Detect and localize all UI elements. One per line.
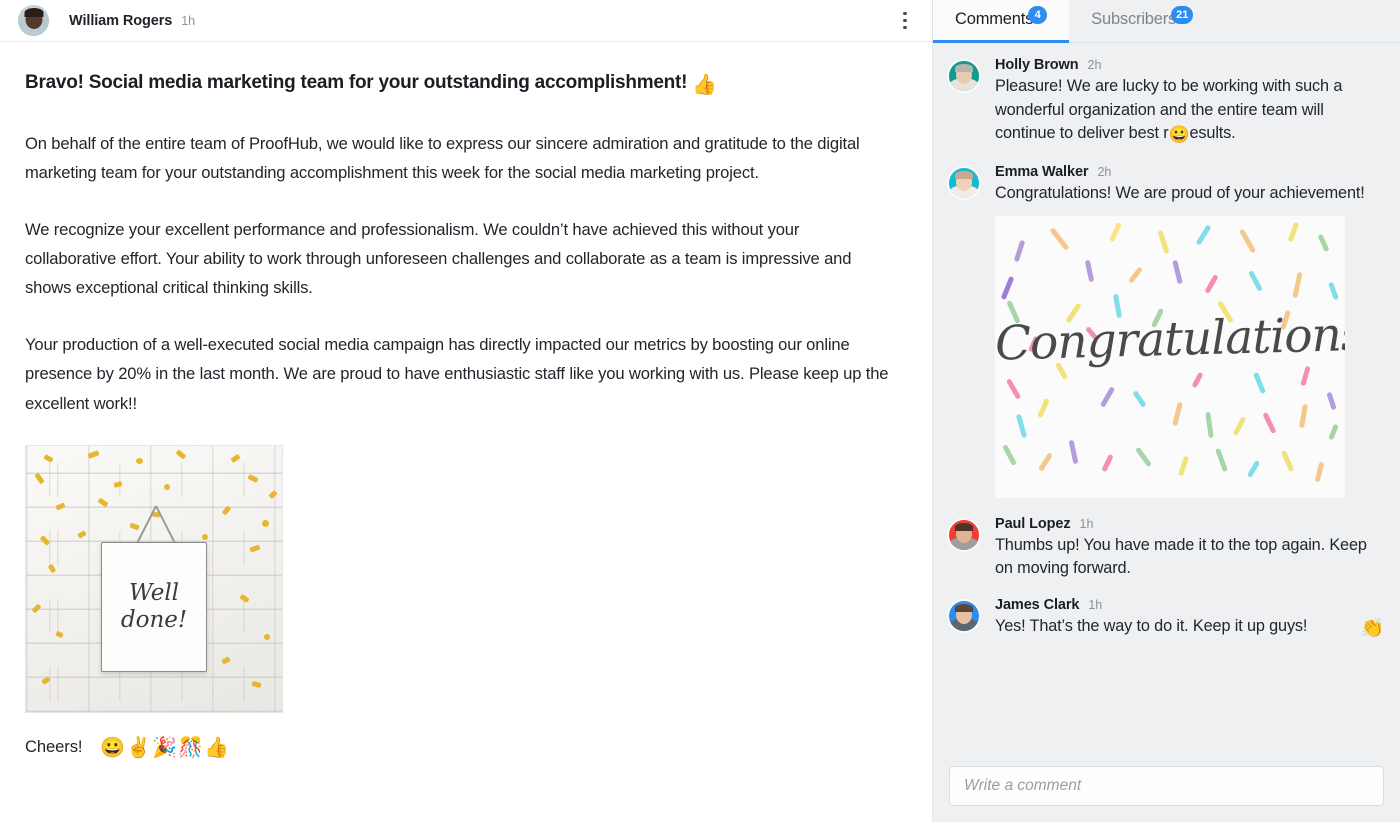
comment-header: Holly Brown 2h (995, 57, 1384, 73)
avatar[interactable] (947, 59, 981, 93)
tab-comments[interactable]: Comments 4 (933, 0, 1069, 42)
comment-author: Holly Brown (995, 57, 1079, 73)
comment-author: James Clark (995, 597, 1079, 613)
comment-time: 1h (1080, 517, 1094, 531)
comment-content: Holly Brown 2h Pleasure! We are lucky to… (995, 57, 1384, 148)
comment-text: Pleasure! We are lucky to be working wit… (995, 75, 1384, 148)
well-done-image[interactable]: Well done! (25, 445, 283, 713)
comment-time: 2h (1097, 165, 1111, 179)
thumbs-up-icon: 👍 (692, 74, 717, 96)
comment-text: Thumbs up! You have made it to the top a… (995, 534, 1384, 581)
sign-line-1: Well (129, 580, 179, 606)
sign-line-2: done! (121, 607, 187, 633)
grinning-face-icon: 😀 (1169, 125, 1190, 144)
post-paragraph-2: We recognize your excellent performance … (25, 215, 892, 303)
avatar[interactable] (947, 166, 981, 200)
post-body: Bravo! Social media marketing team for y… (0, 42, 932, 822)
post-headline: Bravo! Social media marketing team for y… (25, 70, 892, 99)
comment-author: Paul Lopez (995, 516, 1071, 532)
comment-text-after: esults. (1190, 124, 1236, 142)
comment-text: 👏Yes! That’s the way to do it. Keep it u… (995, 615, 1384, 639)
tab-comments-badge: 4 (1028, 6, 1047, 24)
tab-comments-label: Comments (955, 10, 1033, 29)
avatar[interactable] (947, 599, 981, 633)
comment-time: 1h (1088, 598, 1102, 612)
author-avatar[interactable] (18, 5, 49, 36)
comment-content: James Clark 1h 👏Yes! That’s the way to d… (995, 597, 1384, 643)
comment-header: Emma Walker 2h (995, 164, 1384, 180)
comment-item: Paul Lopez 1h Thumbs up! You have made i… (947, 516, 1384, 581)
kebab-menu-icon[interactable] (892, 6, 918, 36)
comment-item: Emma Walker 2h Congratulations! We are p… (947, 164, 1384, 500)
comment-header: Paul Lopez 1h (995, 516, 1384, 532)
congratulations-text: Congratulations (995, 307, 1345, 371)
comment-author: Emma Walker (995, 164, 1088, 180)
comment-header: James Clark 1h (995, 597, 1384, 613)
comment-text: Congratulations! We are proud of your ac… (995, 182, 1384, 206)
comment-content: Emma Walker 2h Congratulations! We are p… (995, 164, 1384, 500)
post-headline-text: Bravo! Social media marketing team for y… (25, 72, 687, 93)
post-paragraph-3: Your production of a well-executed socia… (25, 330, 892, 418)
post-timestamp: 1h (181, 14, 195, 28)
clapping-hands-icon: 👏 (1360, 615, 1384, 643)
comment-text-body: Yes! That’s the way to do it. Keep it up… (995, 617, 1307, 635)
comment-item: James Clark 1h 👏Yes! That’s the way to d… (947, 597, 1384, 643)
tab-subscribers[interactable]: Subscribers 21 (1069, 0, 1215, 42)
post-author-name: William Rogers (69, 13, 172, 29)
comment-item: Holly Brown 2h Pleasure! We are lucky to… (947, 57, 1384, 148)
comment-input[interactable] (949, 766, 1384, 806)
comments-pane: Comments 4 Subscribers 21 (932, 0, 1400, 822)
post-paragraph-1: On behalf of the entire team of ProofHub… (25, 129, 892, 188)
congratulations-image[interactable]: Congratulations (995, 216, 1345, 498)
post-pane: William Rogers 1h Bravo! Social media ma… (0, 0, 932, 822)
post-closing-text: Cheers! (25, 737, 82, 757)
sidebar-tabs: Comments 4 Subscribers 21 (933, 0, 1400, 43)
avatar[interactable] (947, 518, 981, 552)
comment-content: Paul Lopez 1h Thumbs up! You have made i… (995, 516, 1384, 581)
tab-subscribers-label: Subscribers (1091, 10, 1176, 29)
tab-subscribers-badge: 21 (1171, 6, 1193, 24)
comments-list: Holly Brown 2h Pleasure! We are lucky to… (933, 43, 1400, 753)
comment-composer (933, 753, 1400, 822)
closing-emoji-group: 😀✌️🎉🎊👍 (100, 735, 230, 760)
comment-time: 2h (1088, 58, 1102, 72)
post-header: William Rogers 1h (0, 0, 932, 42)
post-closing-line: Cheers! 😀✌️🎉🎊👍 (25, 735, 892, 760)
app-root: William Rogers 1h Bravo! Social media ma… (0, 0, 1400, 822)
well-done-sign: Well done! (101, 542, 207, 672)
